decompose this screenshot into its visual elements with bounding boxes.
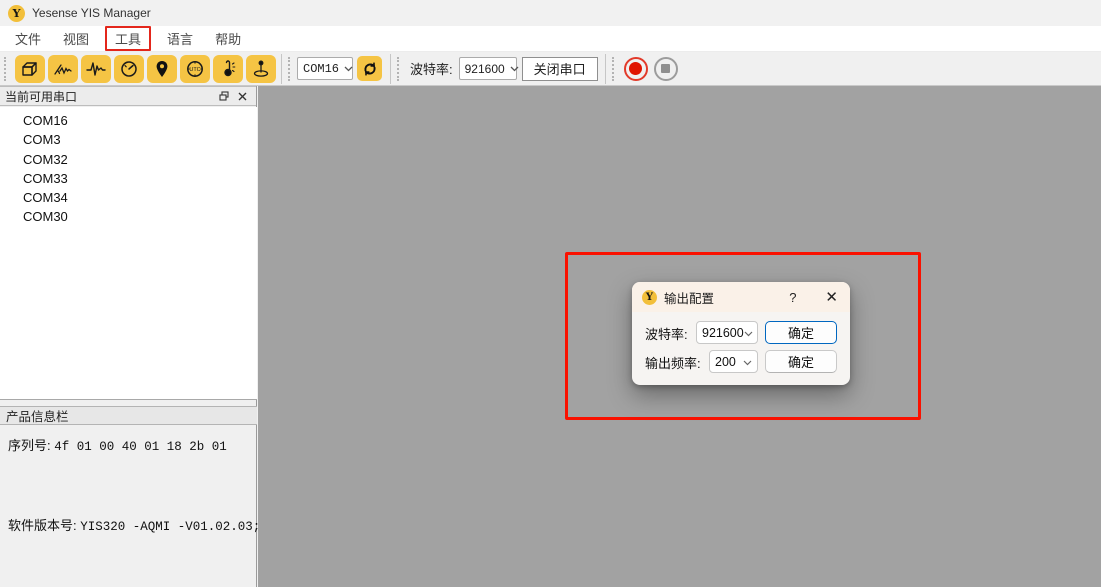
dialog-title: 输出配置: [664, 288, 714, 307]
dock-title: 当前可用串口: [5, 88, 77, 105]
toolbar-separator: [605, 54, 606, 84]
available-ports-list: COM16 COM3 COM32 COM33 COM34 COM30: [0, 107, 257, 400]
dialog-baud-confirm-button[interactable]: 确定: [765, 321, 837, 344]
dialog-logo-icon: Y: [642, 290, 657, 305]
thermometer-icon[interactable]: [213, 55, 243, 83]
float-window-icon[interactable]: [215, 88, 233, 104]
menubar: 文件 视图 工具 语言 帮助: [0, 26, 1101, 52]
menu-language[interactable]: 语言: [159, 26, 201, 51]
dialog-rate-select[interactable]: 200: [709, 350, 758, 373]
port-list-item[interactable]: COM30: [0, 207, 257, 226]
utc-clock-icon[interactable]: UTC: [180, 55, 210, 83]
dialog-baud-label: 波特率:: [645, 324, 688, 343]
serial-ports-dock: 当前可用串口 COM16 COM3 COM32 COM33 COM34 COM3…: [0, 86, 257, 587]
firmware-version-label: 软件版本号:: [8, 518, 77, 533]
close-icon[interactable]: [233, 88, 251, 104]
close-serial-port-button[interactable]: 关闭串口: [522, 57, 598, 81]
refresh-ports-button[interactable]: [357, 56, 382, 81]
pin-base-icon[interactable]: [246, 55, 276, 83]
dialog-rate-label: 输出频率:: [645, 353, 701, 372]
waveform-icon[interactable]: [81, 55, 111, 83]
menu-help[interactable]: 帮助: [207, 26, 249, 51]
baud-rate-select[interactable]: 921600: [459, 57, 517, 80]
port-list-item[interactable]: COM33: [0, 169, 257, 188]
cube-3d-icon[interactable]: [15, 55, 45, 83]
dialog-titlebar[interactable]: Y 输出配置 ? ✕: [632, 282, 850, 312]
toolbar-grip[interactable]: [397, 57, 402, 81]
toolbar-grip[interactable]: [4, 57, 9, 81]
chevron-down-icon: [744, 326, 753, 340]
chevron-down-icon: [344, 66, 353, 72]
serial-number-row: 序列号: 4f 01 00 40 01 18 2b 01: [8, 435, 227, 454]
stop-button[interactable]: [654, 57, 678, 81]
menu-view[interactable]: 视图: [55, 26, 97, 51]
titlebar: Y Yesense YIS Manager: [0, 0, 1101, 26]
chevron-down-icon: [510, 66, 519, 72]
toolbar-separator: [281, 54, 282, 84]
stop-icon: [661, 64, 670, 73]
angle-curve-icon[interactable]: [48, 55, 78, 83]
toolbar-grip[interactable]: [612, 57, 617, 81]
dialog-help-button[interactable]: ?: [789, 290, 796, 305]
port-list-item[interactable]: COM3: [0, 130, 257, 149]
toolbar-grip[interactable]: [288, 57, 293, 81]
dialog-baud-select[interactable]: 921600: [696, 321, 758, 344]
svg-text:UTC: UTC: [189, 67, 200, 73]
toolbar-separator: [390, 54, 391, 84]
port-list-item[interactable]: COM34: [0, 188, 257, 207]
record-button[interactable]: [624, 57, 648, 81]
port-select[interactable]: COM16: [297, 57, 353, 80]
firmware-version-row: 软件版本号: YIS320 -AQMI -V01.02.03;: [8, 515, 260, 534]
dialog-rate-confirm-button[interactable]: 确定: [765, 350, 837, 373]
menu-tools[interactable]: 工具: [105, 26, 151, 51]
port-list-item[interactable]: COM16: [0, 111, 257, 130]
product-info-header: 产品信息栏: [0, 406, 257, 425]
baud-rate-label: 波特率:: [410, 59, 453, 78]
app-logo-icon: Y: [8, 5, 25, 22]
toolbar: UTC COM16 波特率: 921600 关闭串口: [0, 52, 1101, 86]
dock-header: 当前可用串口: [0, 86, 256, 106]
baud-rate-row: 波特率: 921600 确定: [632, 321, 850, 344]
app-title: Yesense YIS Manager: [32, 6, 151, 20]
record-icon: [629, 62, 642, 75]
port-list-item[interactable]: COM32: [0, 150, 257, 169]
chevron-down-icon: [743, 355, 752, 369]
location-pin-icon[interactable]: [147, 55, 177, 83]
dialog-close-button[interactable]: ✕: [825, 290, 838, 305]
serial-number-label: 序列号:: [8, 438, 51, 453]
gauge-icon[interactable]: [114, 55, 144, 83]
firmware-version-value: YIS320 -AQMI -V01.02.03;: [80, 520, 260, 534]
output-rate-row: 输出频率: 200 确定: [632, 350, 850, 373]
menu-file[interactable]: 文件: [7, 26, 49, 51]
output-config-dialog: Y 输出配置 ? ✕ 波特率: 921600 确定 输出频率: 200 确定: [632, 282, 850, 385]
serial-number-value: 4f 01 00 40 01 18 2b 01: [54, 440, 227, 454]
